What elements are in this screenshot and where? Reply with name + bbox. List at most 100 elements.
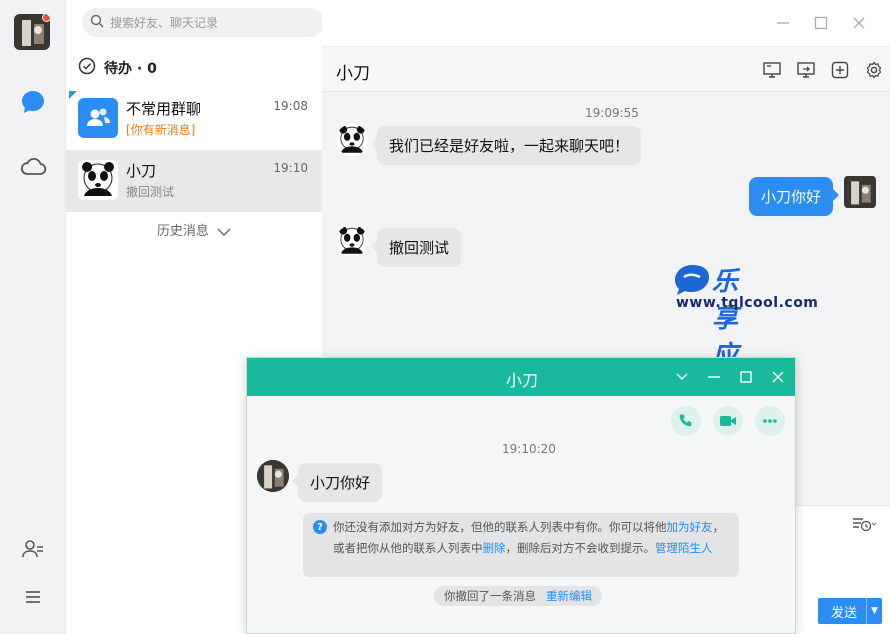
todo-label: 待办 · 0 [104, 61, 157, 77]
menu-nav[interactable] [17, 583, 49, 615]
popup-self-avatar[interactable] [257, 460, 289, 492]
conversation-time: 19:10 [273, 161, 308, 175]
self-avatar[interactable] [844, 176, 876, 208]
messages-nav[interactable] [17, 88, 49, 120]
popup-collapse-button[interactable] [669, 366, 695, 388]
popup-body: 19:10:20 小刀你好 ? 你还没有添加对方为好友，但他的联系人列表中有你。… [247, 396, 795, 633]
notice-text: 你还没有添加对方为好友，但他的联系人列表中有你。你可以将他 [333, 520, 667, 534]
chat-title: 小刀 [336, 64, 370, 84]
minimize-icon [777, 22, 789, 24]
more-options-button[interactable] [755, 406, 785, 436]
notification-dot [42, 14, 50, 22]
close-button[interactable] [840, 12, 878, 34]
contact-avatar[interactable] [336, 225, 368, 257]
cloud-nav[interactable] [17, 152, 49, 184]
recall-notice: 你撤回了一条消息 重新编辑 [434, 586, 602, 606]
contact-avatar[interactable] [336, 124, 368, 156]
conversation-name: 小刀 [126, 162, 157, 180]
group-avatar [78, 98, 118, 138]
history-messages-toggle[interactable]: 历史消息 [66, 220, 322, 239]
history-label: 历史消息 [156, 224, 209, 239]
todo-header[interactable]: 待办 · 0 [78, 56, 157, 80]
popup-maximize-button[interactable] [733, 366, 759, 388]
panda-avatar [78, 160, 118, 200]
search-icon [90, 14, 104, 32]
panda-face-icon [339, 226, 365, 254]
user-avatar[interactable] [14, 14, 50, 50]
close-icon [853, 17, 865, 29]
panda-face-icon [82, 162, 114, 196]
popup-chat-window: 小刀 19:10:20 小刀你好 ? 你还没有添加对方为好友，但他的联系人列表中… [246, 357, 796, 634]
video-camera-icon [720, 416, 736, 426]
chat-header: 小刀 [322, 46, 890, 92]
manage-strangers-link[interactable]: 管理陌生人 [655, 541, 713, 555]
recall-text: 你撤回了一条消息 [444, 589, 536, 603]
watermark-url: www.tqlcool.com [676, 295, 819, 311]
group-icon [87, 108, 110, 126]
popup-titlebar[interactable]: 小刀 [247, 358, 795, 396]
message-text: 小刀你好 [760, 188, 821, 206]
phone-icon [679, 414, 692, 427]
maximize-icon [814, 16, 828, 30]
chat-bubble-icon [20, 89, 46, 119]
send-label: 发送 [830, 605, 857, 621]
close-icon [772, 371, 784, 383]
monitor-icon [763, 62, 781, 78]
conversation-item-group[interactable]: 不常用群聊 [你有新消息] 19:08 [66, 88, 322, 150]
maximize-button[interactable] [802, 12, 840, 34]
maximize-icon [740, 371, 752, 383]
delete-link[interactable]: 删除 [483, 541, 506, 555]
chevron-down-icon [676, 373, 688, 380]
search-input[interactable] [110, 15, 310, 30]
voice-call-button[interactable] [671, 406, 701, 436]
chevron-down-icon [213, 224, 231, 239]
hamburger-menu-icon [25, 590, 41, 608]
message-bubble-received[interactable]: 我们已经是好友啦，一起来聊天吧！ [371, 126, 642, 165]
message-text: 我们已经是好友啦，一起来聊天吧！ [389, 137, 630, 155]
conversation-name: 不常用群聊 [126, 100, 202, 118]
gear-icon [866, 61, 882, 79]
check-circle-icon [78, 57, 96, 79]
popup-minimize-button[interactable] [701, 366, 727, 388]
panda-face-icon [339, 125, 365, 153]
message-bubble-received[interactable]: 撤回测试 [371, 228, 462, 267]
message-text: 撤回测试 [389, 239, 450, 257]
remote-control-button[interactable] [794, 58, 818, 82]
window-controls [764, 12, 878, 34]
video-call-button[interactable] [713, 406, 743, 436]
cloud-icon [19, 155, 47, 181]
screen-share-button[interactable] [760, 58, 784, 82]
add-box-icon [831, 61, 849, 79]
conversation-time: 19:08 [273, 99, 308, 113]
popup-close-button[interactable] [765, 366, 791, 388]
popup-message-timestamp: 19:10:20 [502, 442, 556, 456]
send-options-dropdown[interactable]: ▼ [866, 598, 882, 624]
send-button[interactable]: 发送 ▼ [818, 598, 882, 624]
minimize-icon [708, 376, 720, 378]
re-edit-link[interactable]: 重新编辑 [546, 588, 592, 604]
pinned-corner-icon [69, 91, 77, 99]
conversation-preview: 撤回测试 [126, 185, 175, 199]
message-bubble-sent[interactable]: 小刀你好 [748, 177, 839, 216]
message-history-button[interactable] [852, 516, 877, 536]
left-rail [0, 0, 66, 634]
search-box[interactable] [82, 8, 324, 37]
add-member-button[interactable] [828, 58, 852, 82]
conversation-item-xiaodao[interactable]: 小刀 撤回测试 19:10 [66, 150, 322, 212]
conversation-preview: [你有新消息] [126, 123, 196, 137]
chat-toolbar [760, 58, 886, 82]
add-contact-nav[interactable] [17, 535, 49, 567]
popup-window-controls [669, 366, 791, 388]
message-timestamp: 19:09:55 [585, 106, 639, 120]
add-friend-link[interactable]: 加为好友 [667, 520, 713, 534]
add-user-icon [22, 539, 44, 563]
more-dots-icon [763, 419, 777, 423]
stranger-notice: ? 你还没有添加对方为好友，但他的联系人列表中有你。你可以将他加为好友，或者把你… [303, 513, 739, 577]
message-text: 小刀你好 [310, 474, 371, 492]
window-topbar [322, 0, 890, 46]
remote-screen-icon [797, 62, 815, 78]
popup-message-bubble[interactable]: 小刀你好 [292, 463, 383, 502]
minimize-button[interactable] [764, 12, 802, 34]
chat-settings-button[interactable] [862, 58, 886, 82]
notice-text: ，删除后对方不会收到提示。 [505, 541, 656, 555]
